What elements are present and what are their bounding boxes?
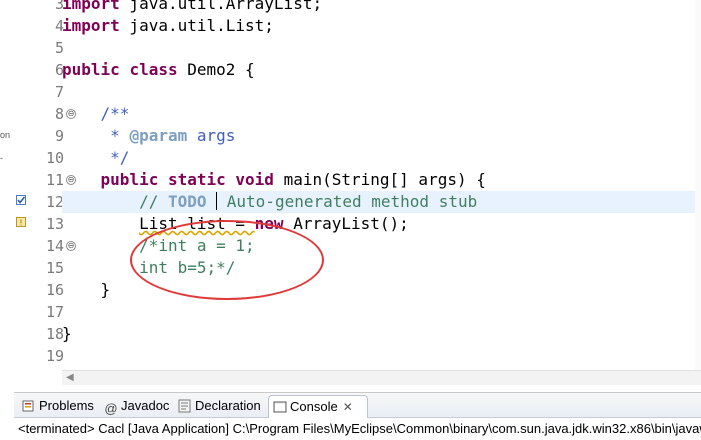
- line-number: 19: [45, 347, 64, 365]
- tab-console[interactable]: Console ✕: [268, 395, 368, 418]
- outer-view-strip: on -: [0, 0, 15, 392]
- line-number: 5: [54, 39, 64, 57]
- line-number: 15: [45, 259, 64, 277]
- code-line[interactable]: public class Demo2 {: [62, 59, 255, 81]
- code-line[interactable]: * @param args: [62, 125, 235, 147]
- code-line[interactable]: */: [62, 147, 129, 169]
- line-number: 17: [45, 303, 64, 321]
- code-editor[interactable]: ! 3 4 5 6 7 8 ⊖ 9 10 11 ⊖ 12 13 14 ⊖ 15 …: [14, 0, 701, 392]
- declaration-icon: [178, 399, 191, 413]
- task-marker-icon[interactable]: [16, 195, 26, 205]
- line-number: 11: [45, 171, 64, 189]
- tab-label: Declaration: [195, 398, 261, 413]
- bottom-views-panel: Problems @ Javadoc Declaration Console ✕ <…: [14, 392, 701, 440]
- code-line[interactable]: int b=5;*/: [62, 257, 235, 279]
- view-tab-bar: Problems @ Javadoc Declaration Console ✕: [14, 393, 701, 418]
- tab-label: Problems: [39, 398, 94, 413]
- console-status-line: <terminated> Cacl [Java Application] C:\…: [18, 421, 701, 436]
- tab-problems[interactable]: Problems: [18, 395, 102, 417]
- line-number: 3: [54, 0, 64, 13]
- warning-marker-icon[interactable]: !: [16, 217, 26, 227]
- code-text-area[interactable]: import java.util.ArrayList; import java.…: [62, 0, 701, 370]
- code-line[interactable]: import java.util.ArrayList;: [62, 0, 322, 15]
- close-icon[interactable]: ✕: [343, 400, 353, 414]
- line-number: 14: [45, 237, 64, 255]
- overview-ruler[interactable]: [695, 0, 701, 370]
- line-number: 13: [45, 215, 64, 233]
- code-line[interactable]: // TODO Auto-generated method stub: [62, 191, 477, 213]
- code-line[interactable]: }: [62, 323, 72, 345]
- at-icon: @: [104, 401, 118, 416]
- tab-javadoc[interactable]: @ Javadoc: [100, 395, 176, 417]
- code-line[interactable]: public static void main(String[] args) {: [62, 169, 486, 191]
- line-number: 18: [45, 325, 64, 343]
- line-number: 12: [45, 193, 64, 211]
- horizontal-scrollbar[interactable]: ◀: [62, 370, 701, 385]
- line-number: 6: [54, 61, 64, 79]
- tab-label: Console: [290, 399, 338, 414]
- problems-icon: [22, 400, 34, 412]
- line-number: 7: [54, 83, 64, 101]
- line-number: 9: [54, 127, 64, 145]
- code-line[interactable]: /**: [62, 103, 130, 125]
- console-icon: [273, 401, 287, 413]
- outer-strip-fragment: -: [0, 153, 3, 163]
- tab-declaration[interactable]: Declaration: [174, 395, 270, 417]
- tab-label: Javadoc: [121, 398, 170, 413]
- code-line[interactable]: List list = new ArrayList();: [62, 213, 409, 235]
- code-line[interactable]: import java.util.List;: [62, 15, 274, 37]
- scroll-left-icon[interactable]: ◀: [66, 372, 74, 383]
- line-number: 4: [54, 17, 64, 35]
- line-number: 16: [45, 281, 64, 299]
- line-number: 10: [45, 149, 64, 167]
- outer-strip-fragment: on: [0, 130, 11, 140]
- line-number: 8: [54, 105, 64, 123]
- code-line[interactable]: }: [62, 279, 111, 301]
- marker-column: !: [14, 0, 28, 370]
- code-line[interactable]: /*int a = 1;: [62, 235, 255, 257]
- svg-text:!: !: [19, 219, 22, 228]
